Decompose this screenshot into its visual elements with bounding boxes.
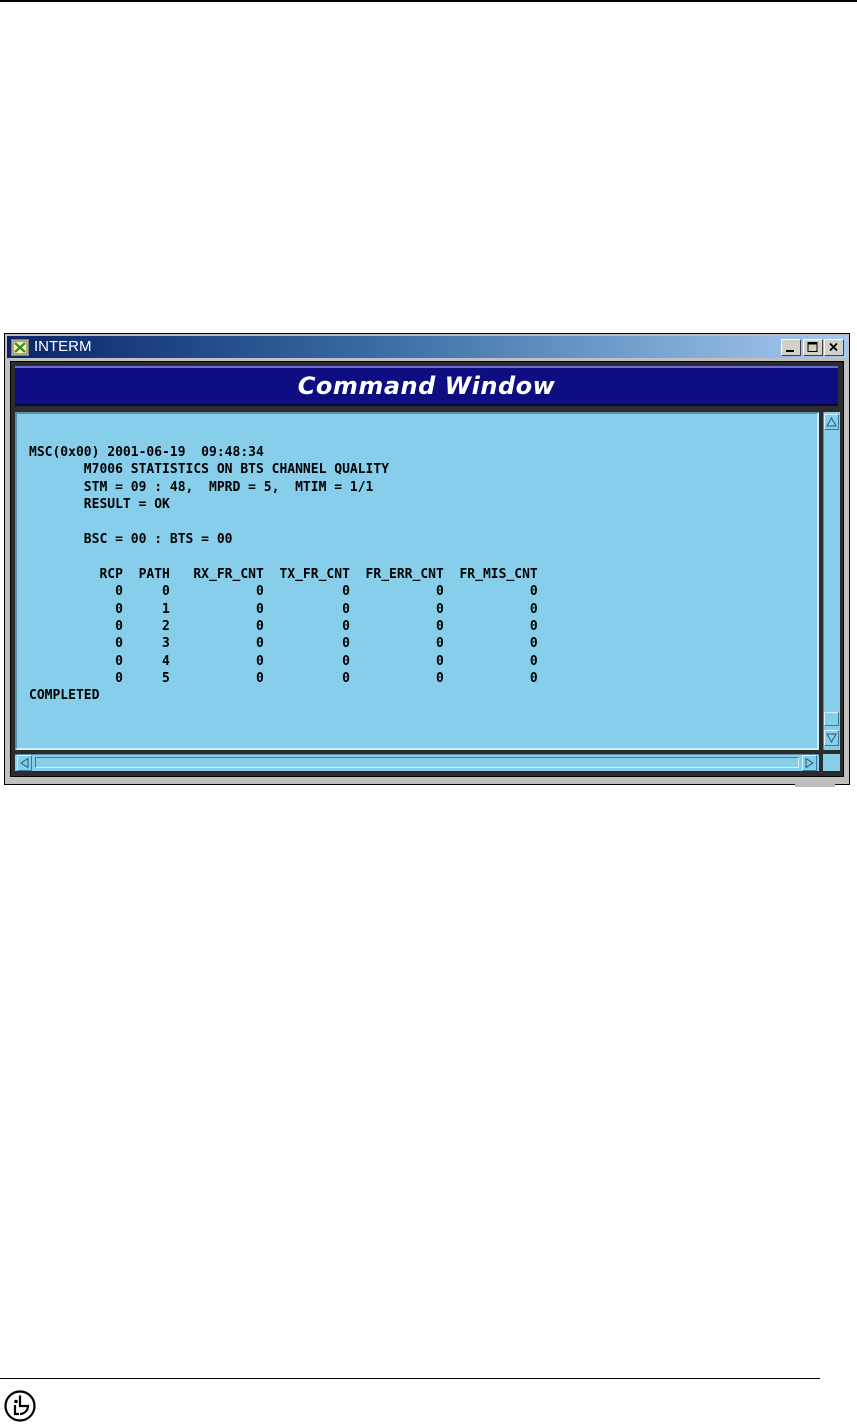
close-icon: [829, 342, 838, 352]
window-title: INTERM: [34, 338, 92, 355]
vertical-scroll-thumb[interactable]: [824, 712, 839, 726]
page-top-rule: [0, 0, 857, 2]
terminal-line: MSC(0x00) 2001-06-19 09:48:34: [29, 445, 264, 460]
minimize-icon: [786, 350, 794, 352]
arrow-down-icon: [826, 733, 837, 744]
terminal-output-text: MSC(0x00) 2001-06-19 09:48:34 M7006 STAT…: [29, 444, 538, 705]
terminal-line: STM = 09 : 48, MPRD = 5, MTIM = 1/1: [29, 479, 374, 495]
horizontal-scrollbar[interactable]: [15, 754, 819, 771]
interm-app-icon[interactable]: [11, 339, 29, 356]
minimize-button[interactable]: [781, 339, 801, 356]
maximize-button[interactable]: [803, 339, 823, 356]
interm-window: INTERM Command Window MSC(0x00) 2001-06-…: [4, 333, 850, 787]
arrow-up-icon: [826, 416, 837, 427]
terminal-line: RESULT = OK: [29, 497, 170, 513]
scroll-right-button[interactable]: [802, 755, 817, 771]
terminal-line: 0 1 0 0 0 0: [29, 601, 538, 617]
maximize-icon: [807, 342, 818, 352]
terminal-line: 0 0 0 0 0 0: [29, 584, 538, 600]
close-button[interactable]: [824, 339, 844, 356]
terminal-line: BSC = 00 : BTS = 00: [29, 531, 233, 547]
terminal-line: RCP PATH RX_FR_CNT TX_FR_CNT FR_ERR_CNT …: [29, 566, 538, 582]
command-window-header: Command Window: [15, 366, 838, 406]
terminal-output-area[interactable]: MSC(0x00) 2001-06-19 09:48:34 M7006 STAT…: [15, 412, 819, 750]
horizontal-scroll-track[interactable]: [35, 757, 799, 768]
scroll-down-button[interactable]: [824, 730, 839, 746]
terminal-line: 0 3 0 0 0 0: [29, 636, 538, 652]
scrollbar-corner: [823, 754, 840, 771]
terminal-line: COMPLETED: [29, 688, 100, 704]
command-window-title: Command Window: [297, 372, 556, 400]
arrow-left-icon: [20, 757, 29, 769]
page-bottom-rule: [0, 1378, 820, 1379]
window-titlebar[interactable]: INTERM: [7, 336, 847, 358]
vertical-scrollbar[interactable]: [823, 412, 840, 750]
scroll-left-button[interactable]: [17, 755, 32, 771]
terminal-line: 0 5 0 0 0 0: [29, 671, 538, 687]
arrow-right-icon: [805, 757, 814, 769]
terminal-line: 0 2 0 0 0 0: [29, 618, 538, 634]
scroll-up-button[interactable]: [824, 414, 839, 430]
terminal-line: M7006 STATISTICS ON BTS CHANNEL QUALITY: [29, 462, 390, 478]
terminal-line: 0 4 0 0 0 0: [29, 653, 538, 669]
lg-logo-icon: [4, 1390, 36, 1422]
resize-grip[interactable]: [795, 783, 835, 787]
window-client-area: Command Window MSC(0x00) 2001-06-19 09:4…: [10, 361, 844, 777]
